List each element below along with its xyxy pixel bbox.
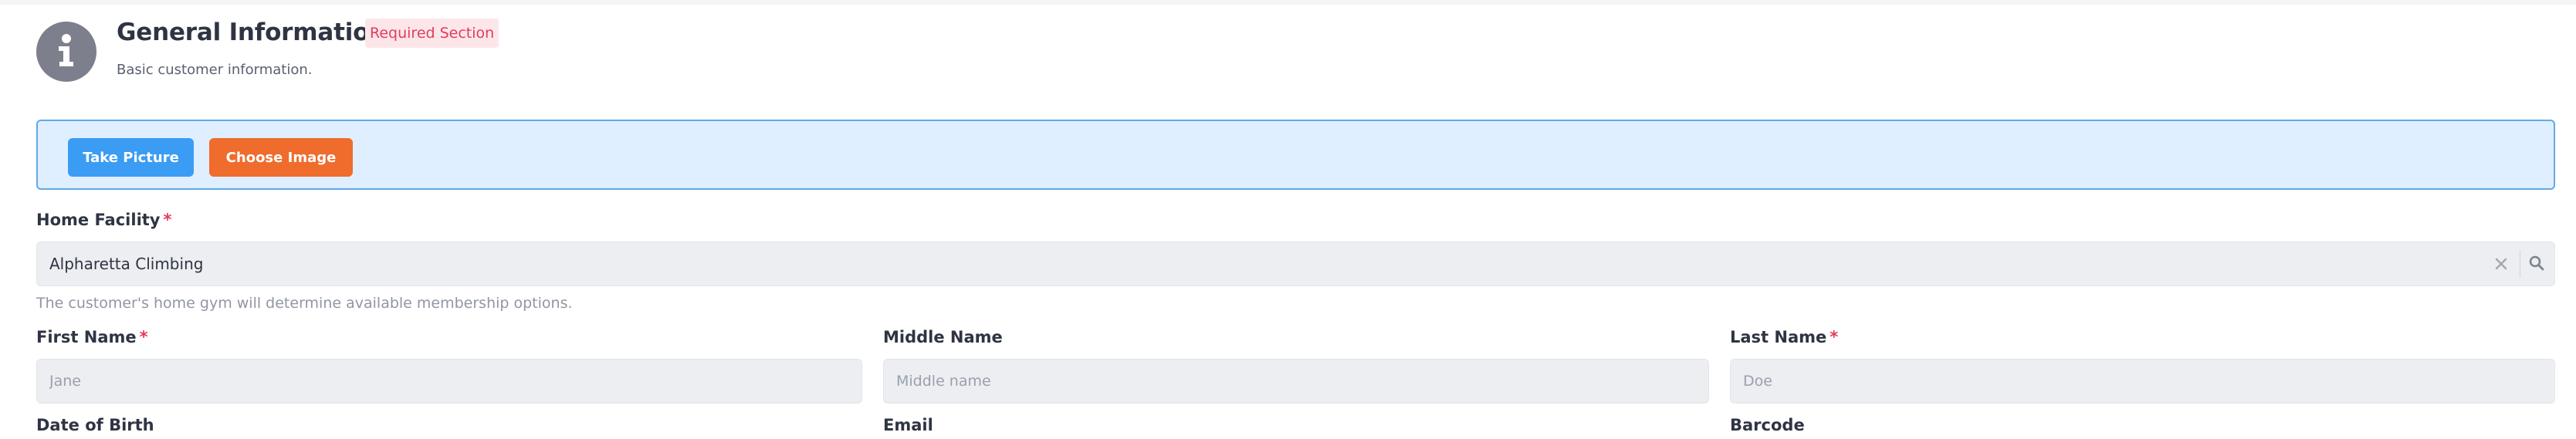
home-facility-value: Alpharetta Climbing	[49, 255, 204, 273]
date-of-birth-label-text: Date of Birth	[36, 416, 154, 434]
middle-name-label: Middle Name	[883, 328, 1003, 346]
first-name-label-text: First Name	[36, 328, 137, 346]
home-facility-select[interactable]: Alpharetta Climbing	[36, 241, 2555, 286]
section-title: General Information	[117, 19, 387, 46]
take-picture-button[interactable]: Take Picture	[68, 138, 194, 177]
home-facility-label: Home Facility *	[36, 211, 171, 229]
email-label-text: Email	[883, 416, 933, 434]
first-name-label: First Name *	[36, 328, 148, 346]
required-marker: *	[163, 211, 172, 229]
choose-image-button[interactable]: Choose Image	[209, 138, 353, 177]
barcode-label: Barcode	[1730, 416, 1805, 434]
close-icon[interactable]	[2493, 255, 2510, 272]
required-marker: *	[1830, 328, 1839, 346]
search-icon[interactable]	[2528, 255, 2545, 272]
home-facility-label-text: Home Facility	[36, 211, 161, 229]
email-label: Email	[883, 416, 933, 434]
required-section-badge: Required Section	[365, 19, 499, 48]
middle-name-label-text: Middle Name	[883, 328, 1003, 346]
info-icon	[36, 22, 96, 82]
photo-panel: Take Picture Choose Image	[36, 120, 2555, 190]
middle-name-input[interactable]	[883, 359, 1709, 404]
last-name-label-text: Last Name	[1730, 328, 1827, 346]
required-marker: *	[139, 328, 148, 346]
last-name-input[interactable]	[1730, 359, 2555, 404]
section-description: Basic customer information.	[117, 62, 313, 78]
home-facility-help-text: The customer's home gym will determine a…	[36, 295, 573, 312]
first-name-input[interactable]	[36, 359, 862, 404]
top-border	[0, 0, 2576, 5]
last-name-label: Last Name *	[1730, 328, 1838, 346]
date-of-birth-label: Date of Birth	[36, 416, 154, 434]
barcode-label-text: Barcode	[1730, 416, 1805, 434]
